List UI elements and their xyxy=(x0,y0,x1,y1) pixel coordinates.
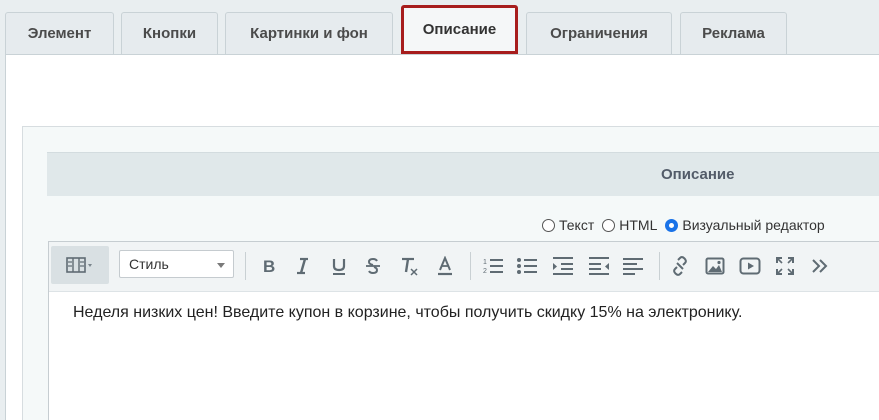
fullscreen-icon xyxy=(775,256,795,276)
underline-icon xyxy=(329,256,349,276)
video-icon xyxy=(739,256,761,276)
svg-text:2: 2 xyxy=(483,268,487,275)
tab-label: Элемент xyxy=(27,25,92,42)
tab-images-background[interactable]: Картинки и фон xyxy=(225,12,393,54)
mode-html-option[interactable]: HTML xyxy=(602,217,657,233)
tab-restrictions[interactable]: Ограничения xyxy=(526,12,672,54)
italic-icon xyxy=(293,256,313,276)
radio-text[interactable] xyxy=(542,218,555,232)
style-dropdown[interactable]: Стиль xyxy=(119,250,234,278)
radio-visual[interactable] xyxy=(665,218,679,232)
bold-button[interactable]: B xyxy=(255,252,283,280)
font-color-button[interactable] xyxy=(431,252,459,280)
underline-button[interactable] xyxy=(325,252,353,280)
mode-visual-label: Визуальный редактор xyxy=(682,217,825,233)
radio-html[interactable] xyxy=(602,218,616,232)
unordered-list-icon xyxy=(516,256,538,276)
tab-element[interactable]: Элемент xyxy=(5,12,114,54)
font-color-icon xyxy=(435,256,455,276)
link-icon xyxy=(669,255,691,277)
chevron-down-icon xyxy=(217,263,225,268)
editor-text: Неделя низких цен! Введите купон в корзи… xyxy=(73,304,743,321)
svg-text:1: 1 xyxy=(483,259,487,266)
svg-text:B: B xyxy=(263,257,275,276)
mode-switch-button[interactable] xyxy=(51,246,109,284)
section-header: Описание xyxy=(47,152,879,196)
toolbar-divider xyxy=(470,252,471,280)
mode-switch-icon xyxy=(65,256,95,274)
clear-format-button[interactable] xyxy=(395,252,423,280)
more-icon xyxy=(810,256,830,276)
strikethrough-icon xyxy=(363,256,383,276)
ordered-list-button[interactable]: 1 2 xyxy=(479,252,507,280)
style-dropdown-value: Стиль xyxy=(129,256,169,272)
editor-mode-selector: Текст HTML Визуальный редактор xyxy=(542,215,833,235)
mode-text-label: Текст xyxy=(559,217,595,233)
mode-text-option[interactable]: Текст xyxy=(542,217,594,233)
unordered-list-button[interactable] xyxy=(513,252,541,280)
bold-icon: B xyxy=(259,256,279,276)
indent-button[interactable] xyxy=(549,252,577,280)
outdent-button[interactable] xyxy=(585,252,613,280)
ordered-list-icon: 1 2 xyxy=(482,256,504,276)
toolbar-divider xyxy=(659,252,660,280)
link-button[interactable] xyxy=(666,252,694,280)
toolbar-divider xyxy=(245,252,246,280)
tab-buttons[interactable]: Кнопки xyxy=(121,12,218,54)
image-icon xyxy=(705,256,725,276)
italic-button[interactable] xyxy=(289,252,317,280)
editor-content[interactable]: Неделя низких цен! Введите купон в корзи… xyxy=(73,304,879,322)
section-title: Описание xyxy=(661,166,735,183)
fullscreen-button[interactable] xyxy=(771,252,799,280)
visual-editor: Стиль B 1 2 Неделя низких цен! Введите к… xyxy=(48,241,879,420)
mode-visual-option[interactable]: Визуальный редактор xyxy=(665,217,825,233)
description-section: Описание Текст HTML Визуальный редактор xyxy=(22,126,879,420)
video-button[interactable] xyxy=(736,252,764,280)
tab-label: Ограничения xyxy=(550,25,648,42)
clear-format-icon xyxy=(399,256,419,276)
tab-description[interactable]: Описание xyxy=(401,5,518,54)
outdent-icon xyxy=(588,256,610,276)
tab-label: Картинки и фон xyxy=(250,25,368,42)
more-button[interactable] xyxy=(806,252,834,280)
tab-advertising[interactable]: Реклама xyxy=(680,12,787,54)
strikethrough-button[interactable] xyxy=(359,252,387,280)
tab-panel: Описание Текст HTML Визуальный редактор xyxy=(5,54,879,420)
tab-label: Кнопки xyxy=(142,25,197,42)
tab-label: Реклама xyxy=(702,25,765,42)
indent-icon xyxy=(552,256,574,276)
tab-label: Описание xyxy=(422,21,497,38)
align-left-button[interactable] xyxy=(619,252,647,280)
editor-toolbar: Стиль B 1 2 xyxy=(49,242,879,292)
tab-bar: Элемент Кнопки Картинки и фон Описание О… xyxy=(0,0,879,54)
properties-window: Элемент Кнопки Картинки и фон Описание О… xyxy=(0,0,879,420)
mode-html-label: HTML xyxy=(619,217,658,233)
align-left-icon xyxy=(622,256,644,276)
image-button[interactable] xyxy=(701,252,729,280)
